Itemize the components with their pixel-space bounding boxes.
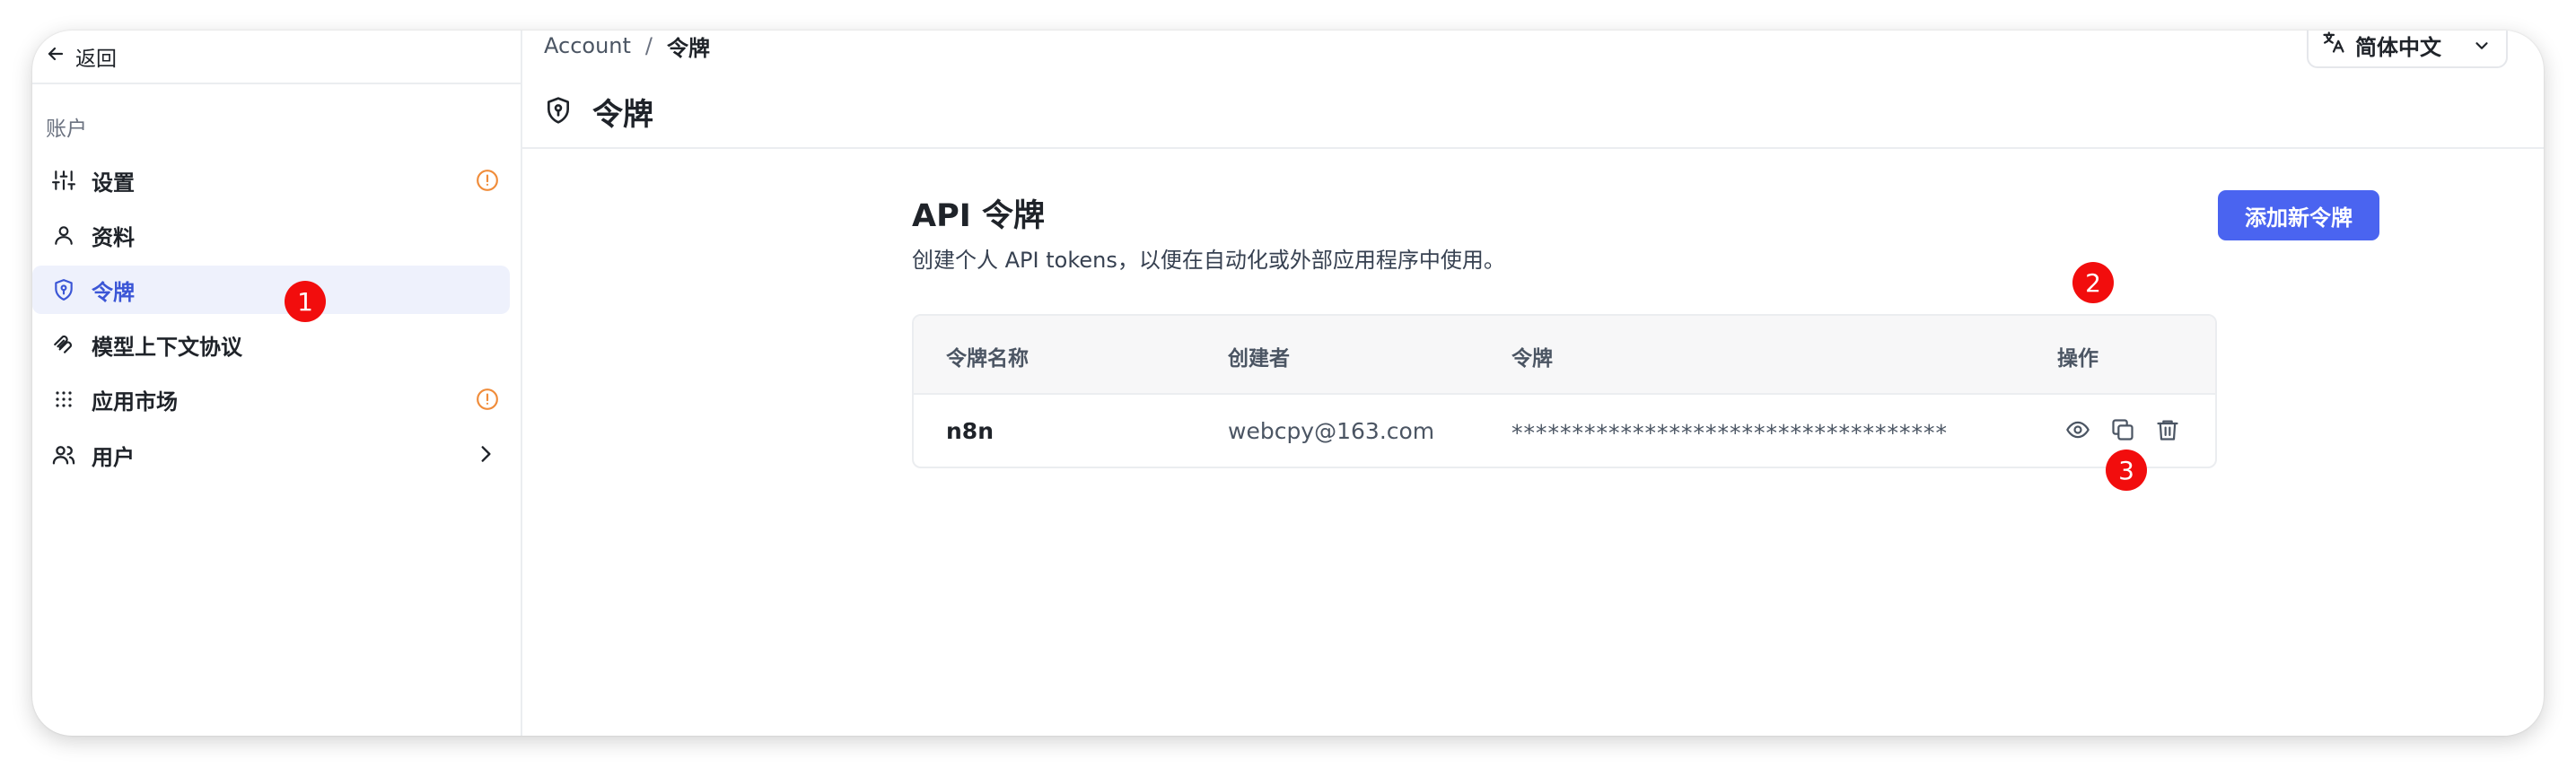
sidebar-item-marketplace[interactable]: 应用市场 — [32, 375, 510, 423]
chevron-down-icon — [2472, 36, 2492, 61]
sidebar-item-label: 模型上下文协议 — [92, 334, 242, 360]
shield-key-icon — [50, 276, 77, 303]
app-window: 返回 账户 设置 资料 令牌 模型上下文协议 应用市场 用户 Account /… — [32, 31, 2544, 736]
language-label: 简体中文 — [2355, 34, 2441, 60]
column-header-name: 令牌名称 — [946, 347, 1029, 371]
page-header: 令牌 — [544, 90, 653, 134]
sidebar-item-label: 用户 — [92, 444, 135, 470]
chevron-right-icon — [474, 442, 497, 471]
translate-icon — [2321, 31, 2346, 60]
trash-icon[interactable] — [2152, 415, 2183, 445]
breadcrumb: Account / 令牌 — [544, 31, 710, 61]
warning-icon — [476, 388, 499, 416]
sidebar-item-users[interactable]: 用户 — [32, 431, 510, 479]
add-token-button[interactable]: 添加新令牌 — [2218, 190, 2379, 240]
marker-2: 2 — [2072, 262, 2114, 303]
mcp-icon — [50, 331, 77, 358]
sidebar-item-mcp[interactable]: 模型上下文协议 — [32, 320, 510, 369]
main-content: Account / 令牌 简体中文 令牌 API 令牌 创建个人 API tok… — [522, 31, 2544, 736]
language-select[interactable]: 简体中文 — [2307, 31, 2508, 68]
copy-icon[interactable] — [2107, 415, 2138, 445]
sidebar-item-label: 令牌 — [92, 279, 135, 305]
marker-1: 1 — [285, 281, 326, 322]
header-divider — [522, 147, 2544, 149]
marker-3: 3 — [2106, 449, 2147, 491]
sidebar-item-label: 资料 — [92, 224, 135, 250]
sliders-icon — [50, 167, 77, 194]
users-icon — [50, 441, 77, 468]
section-title: API 令牌 — [912, 198, 1045, 234]
back-button[interactable]: 返回 — [45, 31, 117, 83]
page-title: 令牌 — [592, 97, 653, 133]
column-header-creator: 创建者 — [1228, 347, 1290, 371]
sidebar: 返回 账户 设置 资料 令牌 模型上下文协议 应用市场 用户 — [32, 31, 522, 736]
breadcrumb-current: 令牌 — [667, 35, 710, 61]
arrow-left-icon — [45, 43, 75, 70]
tokens-table: 令牌名称 创建者 令牌 操作 n8n webcpy@163.com ******… — [912, 314, 2217, 468]
sidebar-divider — [32, 83, 521, 84]
section-description: 创建个人 API tokens，以便在自动化或外部应用程序中使用。 — [912, 248, 1505, 273]
eye-icon[interactable] — [2063, 415, 2093, 445]
breadcrumb-account[interactable]: Account — [544, 33, 631, 58]
sidebar-item-label: 设置 — [92, 170, 135, 196]
warning-icon — [476, 169, 499, 197]
token-creator: webcpy@163.com — [1228, 418, 1435, 444]
back-label: 返回 — [75, 48, 117, 71]
shield-key-icon — [544, 96, 573, 128]
table-header: 令牌名称 创建者 令牌 操作 — [914, 316, 2215, 395]
breadcrumb-separator: / — [644, 33, 653, 58]
grid-dots-icon — [50, 386, 77, 413]
column-header-token: 令牌 — [1511, 347, 1553, 371]
token-value: ************************************ — [1511, 420, 1948, 446]
token-name: n8n — [946, 418, 994, 444]
sidebar-item-label: 应用市场 — [92, 388, 178, 415]
column-header-actions: 操作 — [2057, 347, 2098, 371]
sidebar-item-tokens[interactable]: 令牌 — [32, 266, 510, 314]
sidebar-item-settings[interactable]: 设置 — [32, 156, 510, 205]
sidebar-item-profile[interactable]: 资料 — [32, 211, 510, 259]
user-icon — [50, 222, 77, 249]
section-label-account: 账户 — [46, 118, 87, 141]
